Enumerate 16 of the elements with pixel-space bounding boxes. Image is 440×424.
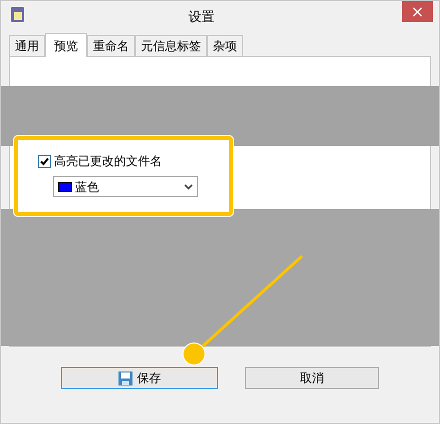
checkbox[interactable] — [38, 154, 51, 168]
tab[interactable]: 元信息标签 — [135, 35, 207, 56]
close-button[interactable]: × — [402, 1, 433, 22]
chevron-down-icon — [184, 184, 193, 190]
save-button[interactable]: 保存 — [61, 367, 218, 389]
app-icon — [10, 6, 26, 23]
tab[interactable]: 通用 — [9, 35, 45, 56]
dropdown-value: 蓝色 — [75, 178, 100, 196]
cancel-button[interactable]: 取消 — [245, 367, 379, 389]
tab[interactable]: 杂项 — [207, 35, 243, 56]
color-dropdown[interactable]: 蓝色 — [53, 176, 198, 197]
tab[interactable]: 预览 — [45, 33, 87, 57]
check-icon — [40, 156, 49, 166]
window-title: 设置 — [188, 10, 214, 25]
tab[interactable]: 重命名 — [87, 35, 135, 56]
checkbox-label: 高亮已更改的文件名 — [54, 153, 162, 170]
